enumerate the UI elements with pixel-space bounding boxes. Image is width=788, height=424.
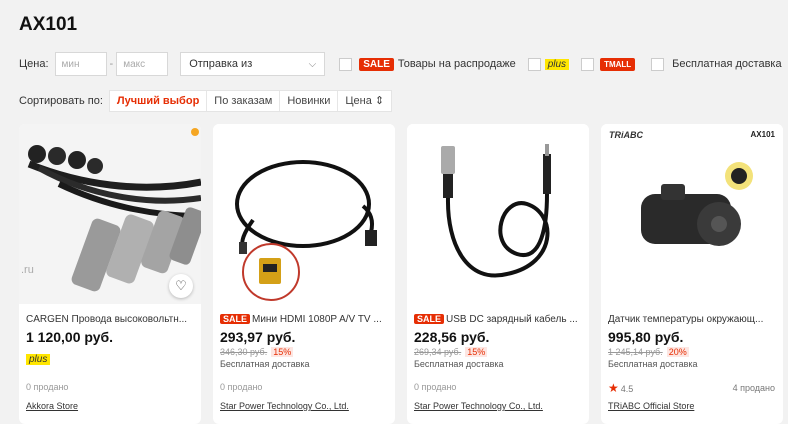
rating-value: 4.5 xyxy=(620,384,634,394)
sort-best-match[interactable]: Лучший выбор xyxy=(110,91,206,111)
product-name-text: USB DC зарядный кабель ... xyxy=(446,314,578,325)
rating: ★ 4.5 xyxy=(608,381,633,395)
chevron-down-icon: ⌵ xyxy=(308,58,317,70)
store-link[interactable]: Star Power Technology Co., Ltd. xyxy=(220,401,349,411)
model-code: AX101 xyxy=(750,130,775,139)
star-icon: ★ xyxy=(608,381,619,395)
plus-row: plus xyxy=(26,349,198,365)
old-price: 269,34 руб. xyxy=(414,347,462,357)
old-price: 346,30 руб. xyxy=(220,347,268,357)
old-price-row: 346,30 руб. 15% xyxy=(220,346,392,358)
sort-by-orders[interactable]: По заказам xyxy=(206,91,279,111)
free-shipping-checkbox[interactable] xyxy=(651,57,665,71)
product-price: 293,97 руб. xyxy=(220,329,296,345)
price-label: Цена: xyxy=(19,58,49,70)
sale-badge: SALE xyxy=(359,57,394,71)
product-name[interactable]: Датчик температуры окружающ... xyxy=(608,313,780,326)
product-name-text: Мини HDMI 1080P A/V TV ... xyxy=(252,314,382,325)
price-max-input[interactable]: макс xyxy=(116,52,169,76)
sort-newest[interactable]: Новинки xyxy=(279,91,337,111)
product-image[interactable] xyxy=(213,124,395,304)
sold-count: 0 продано xyxy=(414,382,457,392)
product-card[interactable]: SALE USB DC зарядный кабель ... 228,56 ру… xyxy=(407,124,589,424)
product-card[interactable]: SALE Мини HDMI 1080P A/V TV ... 293,97 ру… xyxy=(213,124,395,424)
rating-row: ★ 4.5 4 продано xyxy=(608,381,775,395)
product-name[interactable]: CARGEN Провода высоковольтн... xyxy=(26,313,198,326)
store-link[interactable]: Star Power Technology Co., Ltd. xyxy=(414,401,543,411)
product-name[interactable]: SALE USB DC зарядный кабель ... xyxy=(414,313,586,326)
product-info: SALE USB DC зарядный кабель ... 228,56 ру… xyxy=(414,313,586,370)
ship-from-value: Отправка из xyxy=(189,58,253,70)
image-watermark: .ru xyxy=(21,264,34,276)
product-price: 228,56 руб. xyxy=(414,329,490,345)
discount-badge: 20% xyxy=(666,347,689,357)
search-results-page: AX101 Цена: мин - макс Отправка из ⌵ SAL… xyxy=(0,0,788,424)
old-price-row: 269,34 руб. 15% xyxy=(414,346,586,358)
plus-checkbox[interactable] xyxy=(527,57,541,71)
tmall-badge: TMALL xyxy=(600,57,636,71)
sale-badge: SALE xyxy=(220,314,251,324)
sort-label: Сортировать по: xyxy=(19,95,103,107)
product-price: 995,80 руб. xyxy=(608,329,684,345)
product-price: 1 120,00 руб. xyxy=(26,329,114,345)
product-name[interactable]: SALE Мини HDMI 1080P A/V TV ... xyxy=(220,313,392,326)
brand-logo: TRiABC xyxy=(609,130,643,140)
discount-badge: 15% xyxy=(271,347,294,357)
price-min-input[interactable]: мин xyxy=(54,52,107,76)
shipping-info: Бесплатная доставка xyxy=(608,359,698,369)
free-shipping-label[interactable]: Бесплатная доставка xyxy=(672,58,781,70)
discount-badge: 15% xyxy=(465,347,488,357)
sale-checkbox[interactable] xyxy=(339,57,353,71)
wishlist-heart-icon[interactable]: ♡ xyxy=(169,274,193,298)
ship-from-select[interactable]: Отправка из ⌵ xyxy=(180,52,326,76)
product-info: Датчик температуры окружающ... 995,80 ру… xyxy=(608,313,780,370)
product-image[interactable]: TRiABC AX101 xyxy=(601,124,783,304)
shipping-info: Бесплатная доставка xyxy=(414,359,504,369)
old-price: 1 245,14 руб. xyxy=(608,347,663,357)
tmall-checkbox[interactable] xyxy=(581,57,595,71)
sold-count: 4 продано xyxy=(732,383,775,393)
page-title: AX101 xyxy=(19,14,78,35)
product-card[interactable]: .ru ♡ CARGEN Провода высоковольтн... 1 1… xyxy=(19,124,201,424)
sold-count: 0 продано xyxy=(26,382,69,392)
plus-badge: plus xyxy=(544,58,570,70)
sold-count: 0 продано xyxy=(220,382,263,392)
sort-bar: Сортировать по: Лучший выбор По заказам … xyxy=(19,90,393,112)
old-price-row: 1 245,14 руб. 20% xyxy=(608,346,780,358)
store-link[interactable]: TRiABC Official Store xyxy=(608,401,694,411)
sort-price[interactable]: Цена ⇕ xyxy=(337,91,391,111)
product-image[interactable] xyxy=(407,124,589,304)
sale-badge: SALE xyxy=(414,314,445,324)
product-info: CARGEN Провода высоковольтн... 1 120,00 … xyxy=(26,313,198,365)
store-link[interactable]: Akkora Store xyxy=(26,401,78,411)
sale-filter-label[interactable]: Товары на распродаже xyxy=(398,58,516,70)
price-dash: - xyxy=(109,58,114,70)
plus-badge: plus xyxy=(26,354,51,365)
shipping-info: Бесплатная доставка xyxy=(220,359,310,369)
product-card[interactable]: TRiABC AX101 Датчик температуры окружающ… xyxy=(601,124,783,424)
sort-options: Лучший выбор По заказам Новинки Цена ⇕ xyxy=(108,90,393,112)
product-info: SALE Мини HDMI 1080P A/V TV ... 293,97 ру… xyxy=(220,313,392,370)
filter-bar: Цена: мин - макс Отправка из ⌵ SALE Това… xyxy=(19,52,782,76)
